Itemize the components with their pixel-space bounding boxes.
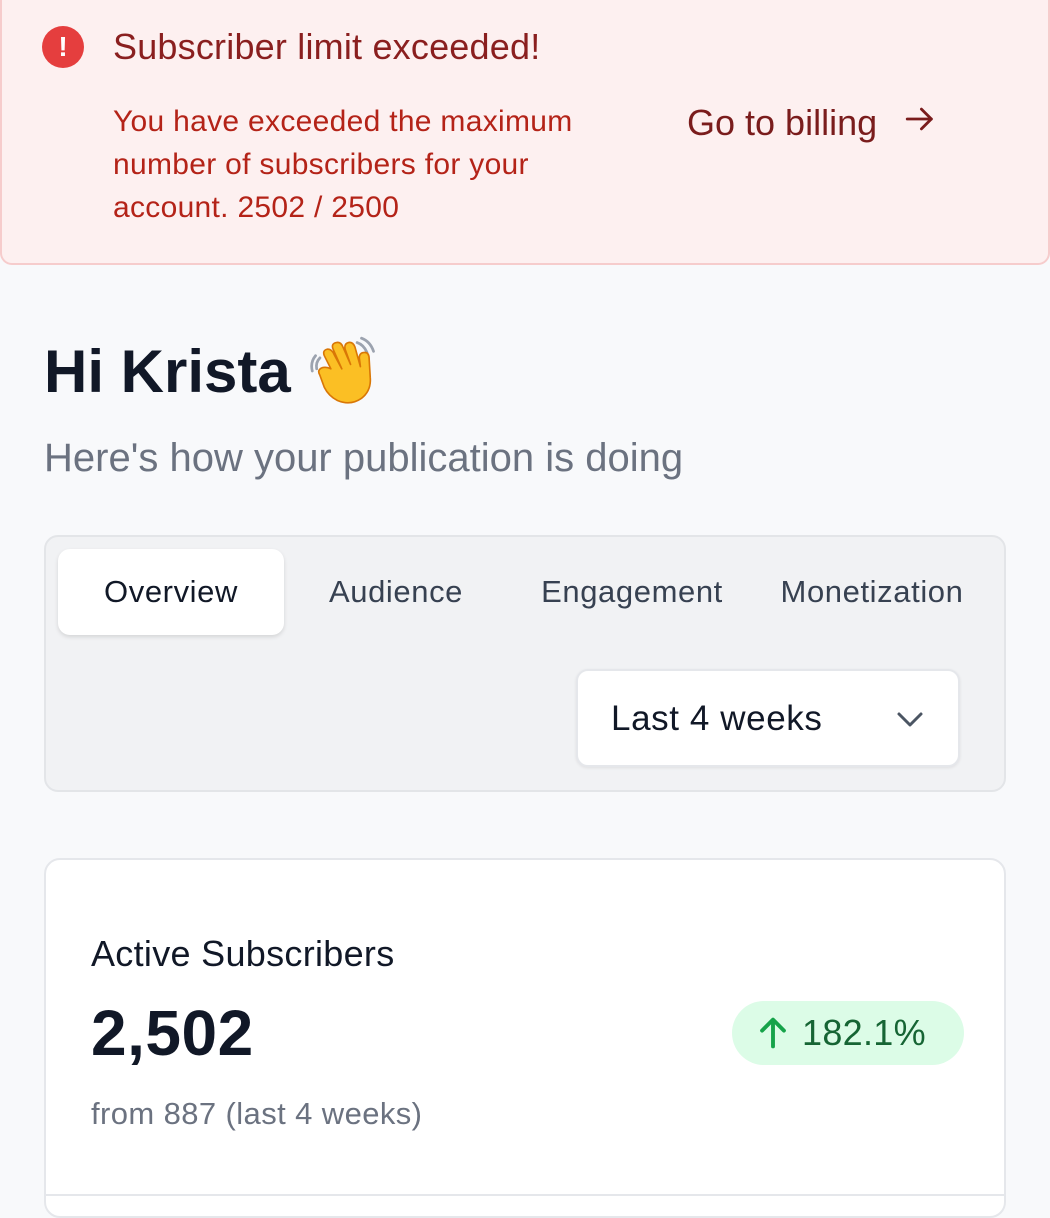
greeting-text: Hi Krista [44,337,291,405]
waving-hand-icon [310,336,375,404]
date-range-value: Last 4 weeks [611,699,823,738]
alert-message: You have exceeded the maximum number of … [113,105,573,224]
go-to-billing-link[interactable]: Go to billing [687,102,937,144]
tab-overview[interactable]: Overview [58,549,284,635]
card-divider [46,1194,1004,1196]
go-to-billing-label: Go to billing [687,102,878,143]
date-range-select[interactable]: Last 4 weeks [576,669,960,767]
alert-title: Subscriber limit exceeded! [113,26,541,67]
page-title: Hi Krista [44,336,379,406]
subscriber-limit-alert: ! Subscriber limit exceeded! You have ex… [0,0,1050,265]
metric-comparison: from 887 (last 4 weeks) [91,1096,423,1131]
arrow-up-icon [760,1017,786,1049]
arrow-right-icon [905,107,933,131]
tab-audience[interactable]: Audience [301,549,491,635]
dashboard-tabs-panel: Overview Audience Engagement Monetizatio… [44,535,1006,792]
active-subscribers-card: Active Subscribers 2,502 182.1% from 887… [44,858,1006,1218]
chevron-down-icon [897,712,923,727]
page-subheading: Here's how your publication is doing [44,436,684,480]
metric-title: Active Subscribers [91,933,395,974]
exclamation-circle-icon: ! [42,26,84,68]
change-badge: 182.1% [732,1001,964,1065]
tab-engagement[interactable]: Engagement [521,549,743,635]
metric-value: 2,502 [91,997,254,1069]
tab-monetization[interactable]: Monetization [761,549,983,635]
change-percent: 182.1% [802,1012,926,1053]
